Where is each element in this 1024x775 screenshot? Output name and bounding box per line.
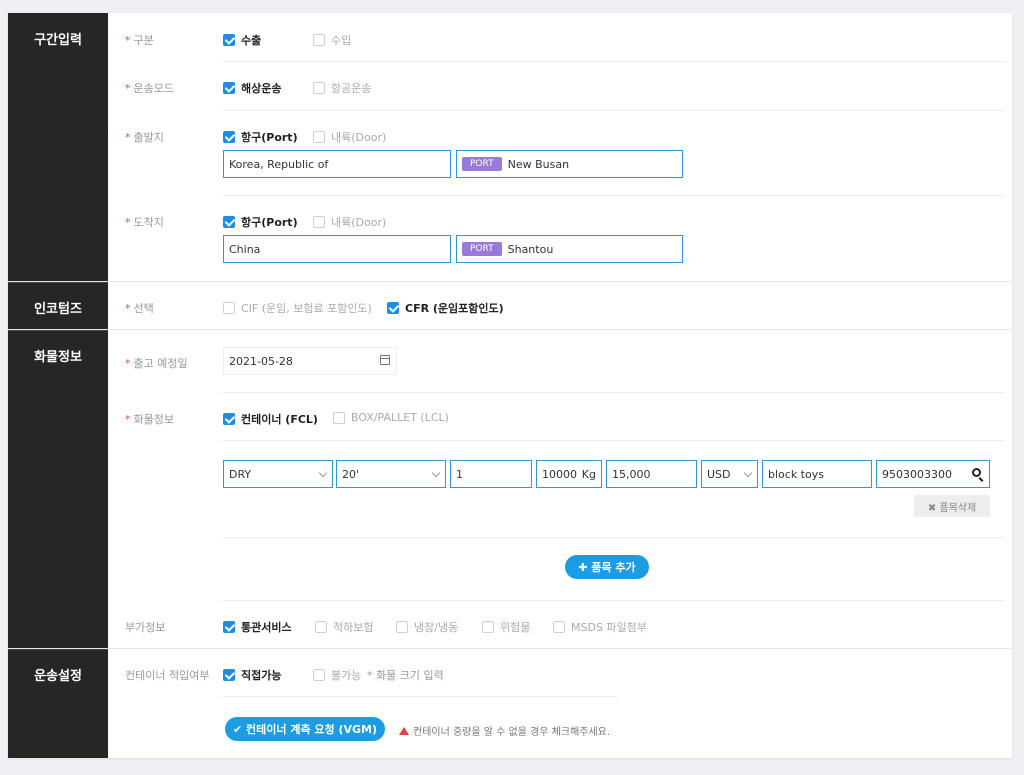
checkbox-icon [396, 621, 408, 633]
checkbox-icon [313, 131, 325, 143]
checkbox-origin-door[interactable]: 내륙(Door) [313, 129, 386, 145]
checkbox-insurance[interactable]: 적하보험 [315, 619, 373, 635]
checkbox-cfr[interactable]: CFR (운임포함인도) [387, 300, 504, 316]
checkbox-origin-port[interactable]: 항구(Port) [223, 129, 298, 145]
checkbox-sea[interactable]: 해상운송 [223, 80, 281, 96]
section-sidebar [8, 13, 108, 281]
weight-unit: Kg [581, 467, 596, 481]
cargo-size-note: * 화물 크기 입력 [367, 669, 444, 682]
label-cargo-info: * 화물정보 [125, 413, 174, 426]
divider [223, 195, 1005, 196]
checkbox-icon [223, 216, 235, 228]
container-size-select[interactable]: 20' [336, 460, 446, 488]
section-incoterms: 인코텀즈 * 선택 CIF (운임, 보험료 포함인도) CFR (운임포함인도) [8, 281, 1012, 329]
label-type: * 구분 [125, 34, 154, 47]
label-destination: * 도착지 [125, 216, 164, 229]
vgm-request-button[interactable]: ✔ 컨테이너 계측 요청 (VGM) [225, 717, 385, 741]
checkbox-reefer[interactable]: 냉장/냉동 [396, 619, 458, 635]
weight-input[interactable]: 10000 Kg [536, 460, 602, 488]
divider [223, 440, 1005, 441]
currency-select[interactable]: USD [701, 460, 758, 488]
section-title-incoterms: 인코텀즈 [34, 302, 82, 317]
divider [223, 696, 618, 697]
divider [223, 61, 1005, 62]
origin-country-input[interactable]: Korea, Republic of [223, 150, 451, 178]
checkbox-icon [223, 82, 235, 94]
quote-form: 구간입력 * 구분 수출 수입 * 운송모드 해상운송 항공운송 * 출발지 항구(P… [8, 13, 1012, 758]
checkbox-dangerous[interactable]: 위험물 [482, 619, 530, 635]
checkbox-icon [223, 302, 235, 314]
checkbox-export[interactable]: 수출 [223, 32, 261, 48]
checkbox-icon [223, 413, 235, 425]
checkbox-icon [313, 34, 325, 46]
divider [223, 537, 1005, 538]
port-tag: PORT [462, 157, 502, 171]
dest-port-input[interactable]: PORT Shantou [456, 235, 683, 263]
section-route: 구간입력 * 구분 수출 수입 * 운송모드 해상운송 항공운송 * 출발지 항구(P… [8, 13, 1012, 281]
section-sidebar [8, 330, 108, 648]
checkbox-load-impossible[interactable]: 불가능 [313, 667, 361, 683]
warning-icon [399, 726, 409, 735]
hs-code-input[interactable]: 9503003300 [876, 460, 990, 488]
checkbox-icon [553, 621, 565, 633]
container-type-select[interactable]: DRY [223, 460, 333, 488]
search-icon[interactable] [972, 468, 981, 477]
section-title-transport: 운송설정 [34, 669, 82, 684]
checkbox-dest-door[interactable]: 내륙(Door) [313, 214, 386, 230]
label-container-load: 컨테이너 적입여부 [125, 669, 210, 682]
checkbox-icon [387, 302, 399, 314]
chevron-down-icon [318, 468, 328, 478]
checkbox-dest-port[interactable]: 항구(Port) [223, 214, 298, 230]
divider [223, 392, 1005, 393]
dest-country-input[interactable]: China [223, 235, 451, 263]
checkbox-icon [223, 621, 235, 633]
amount-input[interactable]: 15,000 [606, 460, 697, 488]
chevron-down-icon [743, 468, 753, 478]
checkbox-load-possible[interactable]: 직접가능 [223, 667, 281, 683]
delete-item-button[interactable]: ✖ 품목삭제 [914, 495, 990, 517]
checkbox-msds[interactable]: MSDS 파일첨부 [553, 619, 647, 635]
checkbox-icon [482, 621, 494, 633]
label-extra: 부가정보 [125, 621, 166, 634]
chevron-down-icon [431, 468, 441, 478]
checkbox-customs[interactable]: 통관서비스 [223, 619, 292, 635]
checkbox-icon [223, 669, 235, 681]
divider [223, 110, 1005, 111]
port-tag: PORT [462, 242, 502, 256]
checkbox-icon [313, 669, 325, 681]
divider [223, 600, 1005, 601]
checkbox-fcl[interactable]: 컨테이너 (FCL) [223, 411, 318, 427]
add-item-button[interactable]: ✚ 품목 추가 [565, 555, 649, 579]
label-incoterms: * 선택 [125, 302, 154, 315]
ship-date-input[interactable]: 2021-05-28 [223, 347, 397, 375]
vgm-warning: 컨테이너 중량을 알 수 없을 경우 체크해주세요. [399, 723, 610, 738]
quantity-input[interactable]: 1 [450, 460, 532, 488]
checkbox-icon [223, 131, 235, 143]
checkbox-icon [315, 621, 327, 633]
calendar-icon[interactable] [380, 355, 390, 365]
section-transport: 운송설정 컨테이너 적입여부 직접가능 불가능 * 화물 크기 입력 ✔ 컨테이… [8, 648, 1012, 758]
section-cargo: 화물정보 * 출고 예정일 2021-05-28 * 화물정보 컨테이너 (FCL)… [8, 329, 1012, 648]
label-mode: * 운송모드 [125, 82, 174, 95]
checkbox-icon [223, 34, 235, 46]
checkbox-air[interactable]: 항공운송 [313, 80, 371, 96]
section-title-route: 구간입력 [34, 33, 82, 48]
label-ship-date: * 출고 예정일 [125, 357, 188, 370]
checkbox-icon [333, 411, 345, 424]
section-title-cargo: 화물정보 [34, 350, 82, 365]
description-input[interactable]: block toys [762, 460, 872, 488]
checkbox-cif[interactable]: CIF (운임, 보험료 포함인도) [223, 300, 372, 316]
checkbox-lcl[interactable]: BOX/PALLET (LCL) [333, 411, 449, 424]
label-origin: * 출발지 [125, 131, 164, 144]
checkbox-icon [313, 82, 325, 94]
checkbox-import[interactable]: 수입 [313, 32, 351, 48]
checkbox-icon [313, 216, 325, 228]
origin-port-input[interactable]: PORT New Busan [456, 150, 683, 178]
